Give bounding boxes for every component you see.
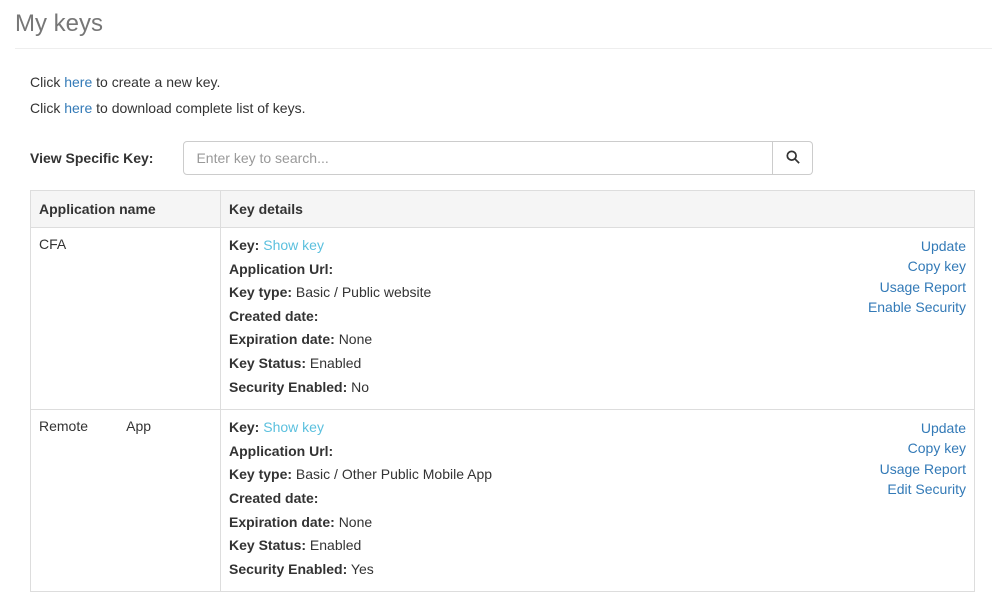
divider	[15, 48, 992, 49]
label: Created date:	[229, 490, 318, 506]
details-list: Key: Show key Application Url: Key type:…	[229, 236, 966, 397]
detail-key-type: Key type: Basic / Public website	[229, 283, 966, 303]
key-details-cell: Key: Show key Application Url: Key type:…	[221, 410, 975, 592]
detail-security: Security Enabled: Yes	[229, 560, 966, 580]
detail-created: Created date:	[229, 307, 966, 327]
details-list: Key: Show key Application Url: Key type:…	[229, 418, 966, 579]
search-label: View Specific Key:	[30, 150, 153, 166]
app-name-cell: CFA	[31, 228, 221, 410]
value: Enabled	[310, 355, 361, 371]
create-key-link[interactable]: here	[64, 74, 92, 90]
value: Yes	[351, 561, 374, 577]
search-input[interactable]	[183, 141, 773, 175]
label: Created date:	[229, 308, 318, 324]
search-group	[183, 141, 813, 175]
label: Application Url:	[229, 443, 333, 459]
label: Expiration date:	[229, 331, 335, 347]
security-link[interactable]: Edit Security	[880, 479, 966, 499]
app-name-cell: Remote App	[31, 410, 221, 592]
value: None	[339, 514, 372, 530]
key-details-cell: Key: Show key Application Url: Key type:…	[221, 228, 975, 410]
value: None	[339, 331, 372, 347]
detail-app-url: Application Url:	[229, 260, 966, 280]
usage-report-link[interactable]: Usage Report	[868, 277, 966, 297]
search-icon	[786, 150, 800, 167]
update-link[interactable]: Update	[880, 418, 966, 438]
search-row: View Specific Key:	[30, 141, 992, 175]
value: Basic / Other Public Mobile App	[296, 466, 492, 482]
label: Security Enabled:	[229, 379, 347, 395]
value: Basic / Public website	[296, 284, 431, 300]
table-row: CFA Key: Show key Application Url: Key t…	[31, 228, 975, 410]
label: Application Url:	[229, 261, 333, 277]
label: Key type:	[229, 284, 292, 300]
col-app-name: Application name	[31, 191, 221, 228]
download-keys-link[interactable]: here	[64, 100, 92, 116]
label: Expiration date:	[229, 514, 335, 530]
detail-created: Created date:	[229, 489, 966, 509]
detail-key: Key: Show key	[229, 236, 966, 256]
row-actions: Update Copy key Usage Report Edit Securi…	[880, 418, 966, 499]
detail-expiration: Expiration date: None	[229, 330, 966, 350]
label: Key Status:	[229, 537, 306, 553]
row-actions: Update Copy key Usage Report Enable Secu…	[868, 236, 966, 317]
detail-app-url: Application Url:	[229, 442, 966, 462]
detail-status: Key Status: Enabled	[229, 536, 966, 556]
value: No	[351, 379, 369, 395]
search-button[interactable]	[773, 141, 813, 175]
copy-key-link[interactable]: Copy key	[880, 438, 966, 458]
text: to create a new key.	[92, 74, 220, 90]
label: Key type:	[229, 466, 292, 482]
page-title: My keys	[15, 10, 992, 38]
detail-expiration: Expiration date: None	[229, 513, 966, 533]
download-keys-line: Click here to download complete list of …	[30, 100, 992, 116]
label: Security Enabled:	[229, 561, 347, 577]
text: Click	[30, 100, 64, 116]
label: Key:	[229, 237, 259, 253]
usage-report-link[interactable]: Usage Report	[880, 459, 966, 479]
label: Key:	[229, 419, 259, 435]
detail-key-type: Key type: Basic / Other Public Mobile Ap…	[229, 465, 966, 485]
keys-table: Application name Key details CFA Key: Sh…	[30, 190, 975, 592]
detail-status: Key Status: Enabled	[229, 354, 966, 374]
table-header-row: Application name Key details	[31, 191, 975, 228]
show-key-link[interactable]: Show key	[263, 237, 324, 253]
update-link[interactable]: Update	[868, 236, 966, 256]
security-link[interactable]: Enable Security	[868, 297, 966, 317]
text: Click	[30, 74, 64, 90]
value: Enabled	[310, 537, 361, 553]
create-key-line: Click here to create a new key.	[30, 74, 992, 90]
detail-security: Security Enabled: No	[229, 378, 966, 398]
label: Key Status:	[229, 355, 306, 371]
col-key-details: Key details	[221, 191, 975, 228]
detail-key: Key: Show key	[229, 418, 966, 438]
table-row: Remote App Key: Show key Application Url…	[31, 410, 975, 592]
show-key-link[interactable]: Show key	[263, 419, 324, 435]
text: to download complete list of keys.	[92, 100, 305, 116]
copy-key-link[interactable]: Copy key	[868, 256, 966, 276]
